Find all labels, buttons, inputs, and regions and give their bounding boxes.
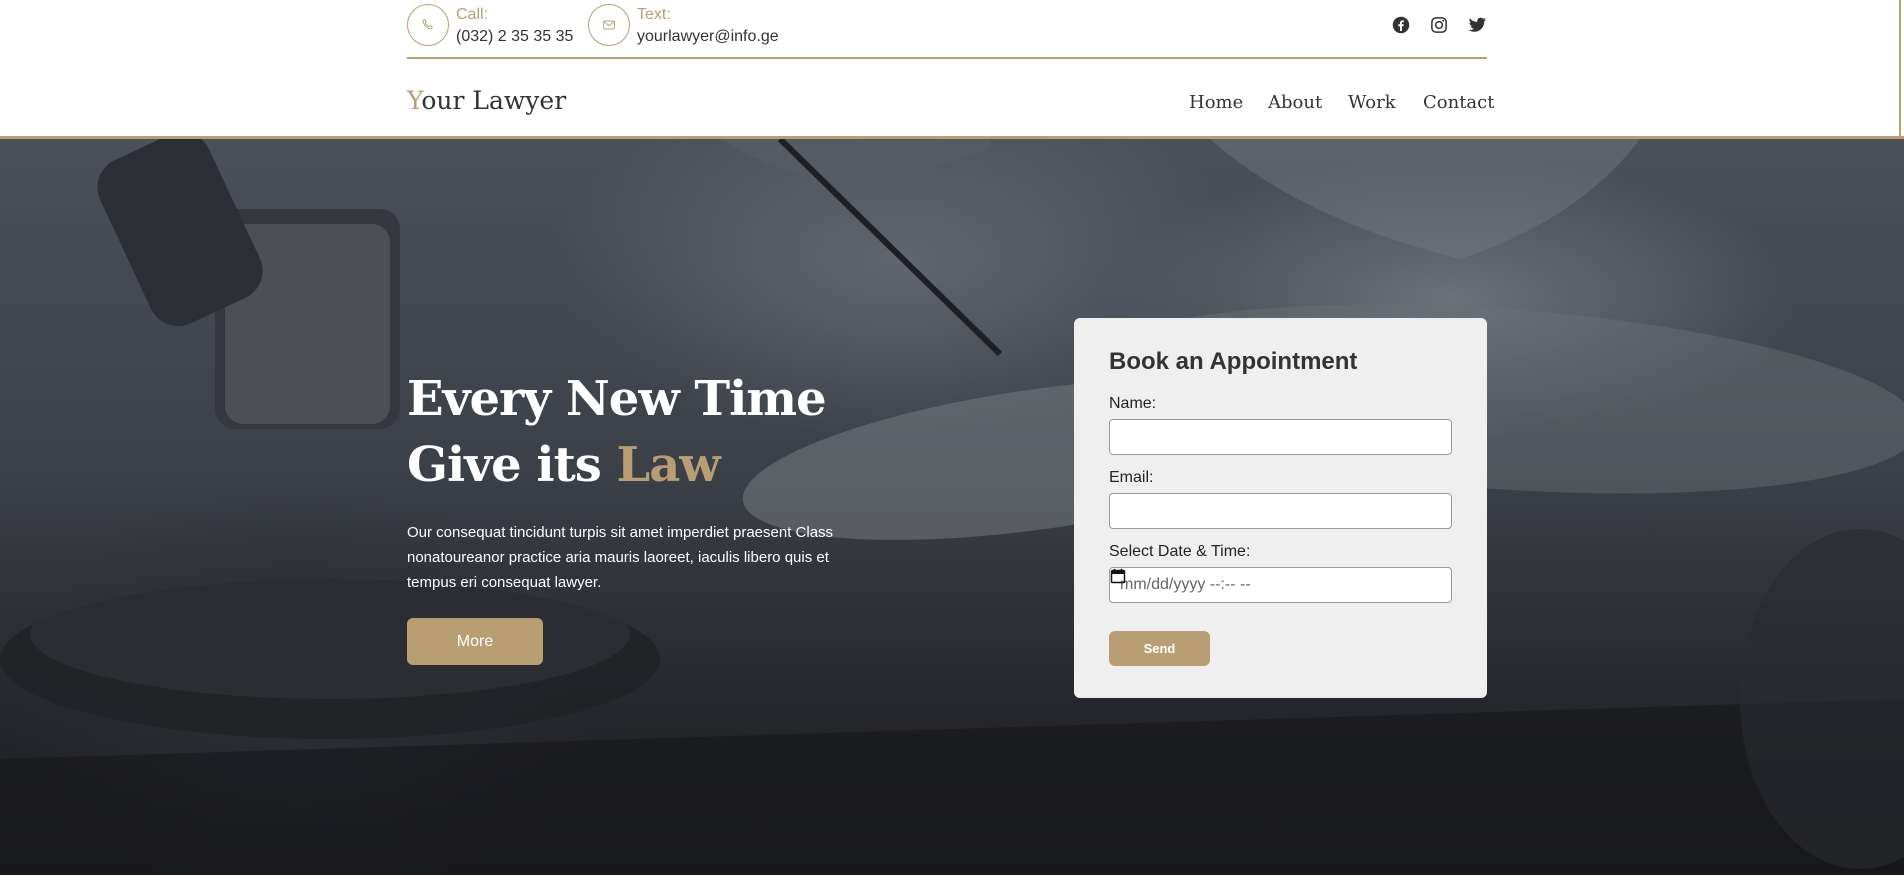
- logo-text: our Lawyer: [421, 86, 567, 115]
- hero-title-line-2-text: Give its: [407, 437, 617, 493]
- more-button[interactable]: More: [407, 618, 543, 665]
- email-address[interactable]: yourlawyer@info.ge: [637, 26, 779, 48]
- header-divider: [407, 57, 1487, 59]
- logo-initial: Y: [407, 86, 422, 115]
- nav-work[interactable]: Work: [1348, 92, 1396, 113]
- instagram-icon[interactable]: [1428, 14, 1450, 36]
- nav-home[interactable]: Home: [1189, 92, 1243, 113]
- hero-background-image: [0, 139, 1904, 875]
- email-label: Text:: [637, 6, 671, 23]
- header-edge-line: [1899, 0, 1901, 138]
- hero-description: Our consequat tincidunt turpis sit amet …: [407, 524, 834, 591]
- hero-section: Every New Time Give its Law Our consequa…: [0, 139, 1904, 875]
- call-number[interactable]: (032) 2 35 35 35: [456, 26, 573, 48]
- name-label: Name:: [1109, 395, 1157, 412]
- hero-title-accent: Law: [616, 437, 721, 493]
- nav-contact[interactable]: Contact: [1423, 92, 1494, 113]
- mail-icon: [588, 4, 630, 46]
- top-header: Call: (032) 2 35 35 35 Text: yourlawyer@…: [0, 0, 1904, 138]
- datetime-placeholder: mm/dd/yyyy --:-- --: [1120, 576, 1251, 593]
- site-logo[interactable]: Your Lawyer: [407, 86, 566, 115]
- datetime-input[interactable]: mm/dd/yyyy --:-- --: [1109, 567, 1452, 603]
- form-title: Book an Appointment: [1109, 348, 1358, 375]
- main-nav: Your Lawyer Home About Work Contact: [407, 84, 1494, 124]
- hero-title-line-1: Every New Time: [407, 371, 827, 427]
- email-input[interactable]: [1109, 493, 1452, 529]
- facebook-icon[interactable]: [1390, 14, 1412, 36]
- datetime-label: Select Date & Time:: [1109, 543, 1251, 560]
- email-label: Email:: [1109, 469, 1154, 486]
- hero-heading: Every New Time Give its Law: [407, 366, 827, 498]
- contact-bar: Call: (032) 2 35 35 35 Text: yourlawyer@…: [407, 4, 1487, 58]
- twitter-icon[interactable]: [1466, 14, 1488, 36]
- call-label: Call:: [456, 6, 489, 23]
- hero-title-line-2: Give its Law: [407, 432, 826, 498]
- name-input[interactable]: [1109, 419, 1452, 455]
- appointment-form: Book an Appointment Name: Email: Select …: [1074, 318, 1487, 698]
- phone-icon: [407, 4, 449, 46]
- send-button[interactable]: Send: [1109, 631, 1210, 666]
- nav-about[interactable]: About: [1268, 92, 1322, 113]
